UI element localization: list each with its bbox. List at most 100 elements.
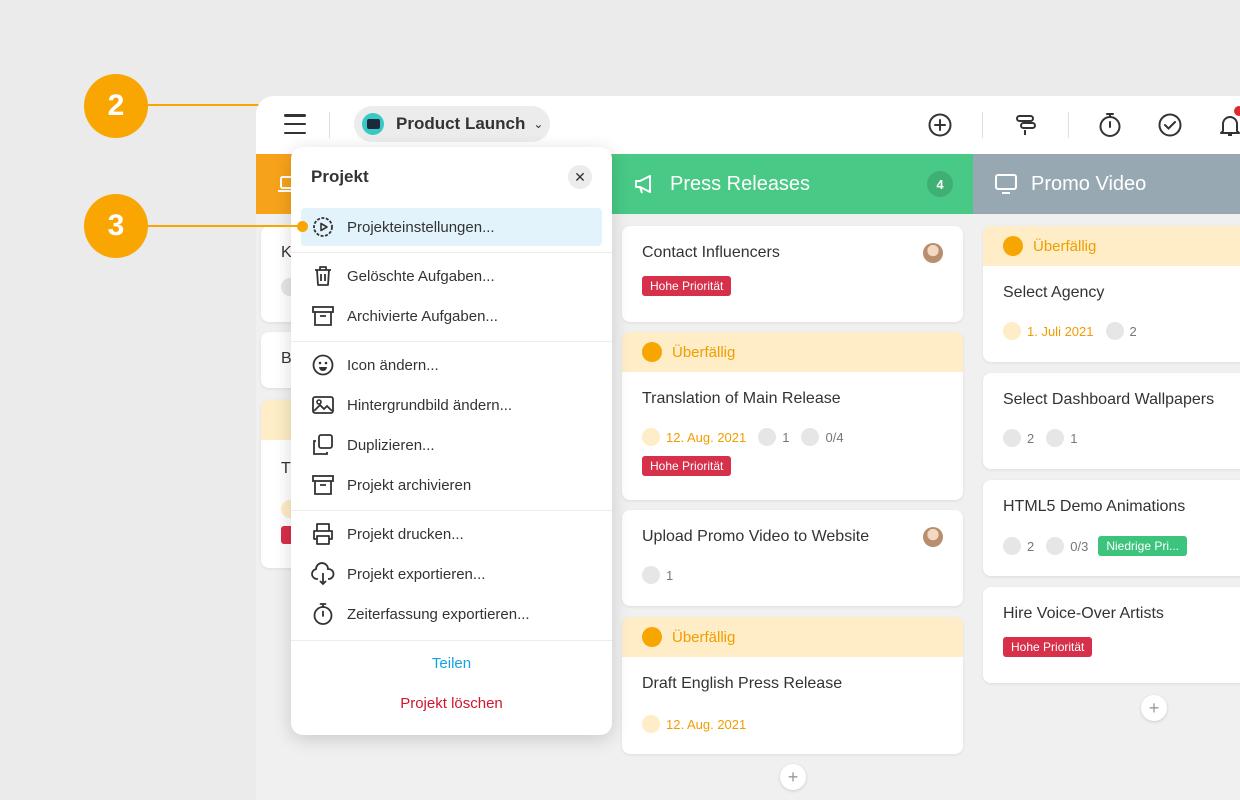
overdue-label: Überfällig — [1033, 237, 1097, 255]
share-link[interactable]: Teilen — [291, 655, 612, 672]
card-meta: 2 0/3 Niedrige Pri... — [983, 516, 1240, 556]
task-card[interactable]: HTML5 Demo Animations 2 0/3 Niedrige Pri… — [983, 480, 1240, 576]
comment-icon — [1003, 537, 1021, 555]
menu-item-archive-project[interactable]: Projekt archivieren — [301, 466, 602, 504]
checklist-icon — [1046, 537, 1065, 555]
menu-item-deleted-tasks[interactable]: Gelöschte Aufgaben... — [301, 257, 602, 295]
card-title: Select Agency — [1003, 284, 1105, 301]
notification-badge — [1234, 106, 1240, 116]
comment-count: 2 — [1027, 430, 1035, 446]
card-meta: 2 1 — [983, 409, 1240, 447]
column-header[interactable]: Promo Video — [973, 154, 1240, 214]
menu-icon[interactable] — [284, 114, 306, 134]
project-title: Product Launch — [396, 114, 526, 133]
column-header[interactable]: Press Releases 4 — [612, 154, 973, 214]
comment-icon — [642, 566, 660, 584]
divider — [291, 640, 612, 641]
card-title: Select Dashboard Wallpapers — [1003, 391, 1215, 408]
duplicate-icon — [313, 434, 333, 455]
card-meta: 1. Juli 2021 2 — [983, 302, 1240, 340]
calendar-icon — [642, 428, 660, 446]
overdue-label: Überfällig — [672, 343, 736, 361]
archive-icon — [312, 306, 334, 326]
task-card[interactable]: Überfällig Translation of Main Release 1… — [622, 332, 963, 500]
gantt-icon[interactable] — [1012, 111, 1040, 139]
project-menu: Projekt ✕ Projekteinstellungen... Gelösc… — [291, 147, 612, 735]
priority-tag: Hohe Priorität — [1003, 637, 1093, 657]
due-date: 1. Juli 2021 — [1003, 322, 1094, 340]
card-title: Translation of Main Release — [642, 390, 841, 407]
calendar-icon — [1003, 322, 1021, 340]
callout-3-line — [140, 225, 302, 227]
divider — [291, 252, 612, 253]
settings-icon — [313, 217, 333, 237]
menu-item-change-icon[interactable]: Icon ändern... — [301, 346, 602, 384]
priority-tag: Niedrige Pri... — [1098, 536, 1188, 556]
print-icon — [313, 523, 333, 545]
card-tags: Hohe Priorität — [622, 262, 963, 296]
callout-3-dot — [297, 221, 308, 232]
check-icon[interactable] — [1156, 111, 1184, 139]
card-meta: 12. Aug. 2021 1 0/4 — [622, 408, 963, 446]
checklist-icon — [801, 428, 820, 446]
column-title: Press Releases — [670, 172, 811, 195]
menu-item-duplicate[interactable]: Duplizieren... — [301, 426, 602, 464]
attachment-count: 1 — [1070, 430, 1078, 446]
divider — [329, 112, 330, 138]
add-card-button[interactable]: + — [1141, 695, 1167, 721]
overdue-banner: Überfällig — [622, 617, 963, 657]
megaphone-icon — [635, 175, 651, 194]
menu-title: Projekt — [311, 167, 369, 186]
column-count: 4 — [927, 171, 953, 197]
card-tags: Hohe Priorität — [983, 623, 1240, 657]
card-tags: Hohe Priorität — [622, 446, 963, 476]
menu-item-change-background[interactable]: Hintergrundbild ändern... — [301, 386, 602, 424]
add-icon[interactable] — [926, 111, 954, 139]
menu-item-export-time-tracking[interactable]: Zeiterfassung exportieren... — [301, 595, 602, 633]
card-meta: 12. Aug. 2021 — [622, 693, 963, 733]
checklist-count: 0/4 — [825, 429, 844, 445]
card-title: Hire Voice-Over Artists — [1003, 605, 1164, 622]
menu-item-export-project[interactable]: Projekt exportieren... — [301, 555, 602, 593]
menu-item-project-settings[interactable]: Projekteinstellungen... — [301, 208, 602, 246]
menu-item-print-project[interactable]: Projekt drucken... — [301, 515, 602, 553]
timer-icon — [313, 603, 333, 625]
priority-tag: Hohe Priorität — [642, 276, 732, 296]
task-card[interactable]: Überfällig Select Agency 1. Juli 2021 2 — [983, 226, 1240, 362]
avatar — [923, 527, 943, 547]
card-title: Draft English Press Release — [642, 675, 843, 692]
card-title: Upload Promo Video to Website — [642, 528, 870, 545]
delete-project-link[interactable]: Projekt löschen — [291, 695, 612, 712]
due-date: 12. Aug. 2021 — [642, 715, 746, 733]
column-promo-video: Promo Video Überfällig Select Agency 1. … — [973, 154, 1240, 800]
card-title: HTML5 Demo Animations — [1003, 498, 1186, 515]
callout-3: 3 — [84, 194, 148, 258]
archive-icon — [312, 475, 334, 495]
close-icon[interactable]: ✕ — [568, 165, 592, 189]
calendar-icon — [1003, 236, 1023, 256]
cloud-download-icon — [311, 562, 335, 586]
comment-icon — [758, 428, 777, 446]
comment-icon — [1105, 322, 1124, 340]
add-card-button[interactable]: + — [780, 764, 806, 790]
image-icon — [312, 396, 334, 414]
divider — [982, 112, 983, 138]
column-title: Promo Video — [1031, 172, 1147, 195]
smiley-icon — [312, 354, 334, 376]
comment-count: 2 — [1129, 323, 1137, 339]
due-date: 12. Aug. 2021 — [642, 428, 746, 446]
divider — [291, 341, 612, 342]
task-card[interactable]: Hire Voice-Over Artists Hohe Priorität — [983, 587, 1240, 683]
task-card[interactable]: Überfällig Draft English Press Release 1… — [622, 617, 963, 754]
trash-icon — [315, 266, 331, 286]
menu-item-archived-tasks[interactable]: Archivierte Aufgaben... — [301, 297, 602, 335]
project-switcher[interactable]: Product Launch ⌄ — [354, 106, 550, 142]
task-card[interactable]: Contact Influencers Hohe Priorität — [622, 226, 963, 322]
timer-icon[interactable] — [1096, 111, 1124, 139]
overdue-banner: Überfällig — [622, 332, 963, 372]
calendar-icon — [642, 627, 662, 647]
task-card[interactable]: Upload Promo Video to Website 1 — [622, 510, 963, 606]
overdue-banner: Überfällig — [983, 226, 1240, 266]
task-card[interactable]: Select Dashboard Wallpapers 2 1 — [983, 373, 1240, 469]
attachment-icon — [1046, 429, 1065, 447]
